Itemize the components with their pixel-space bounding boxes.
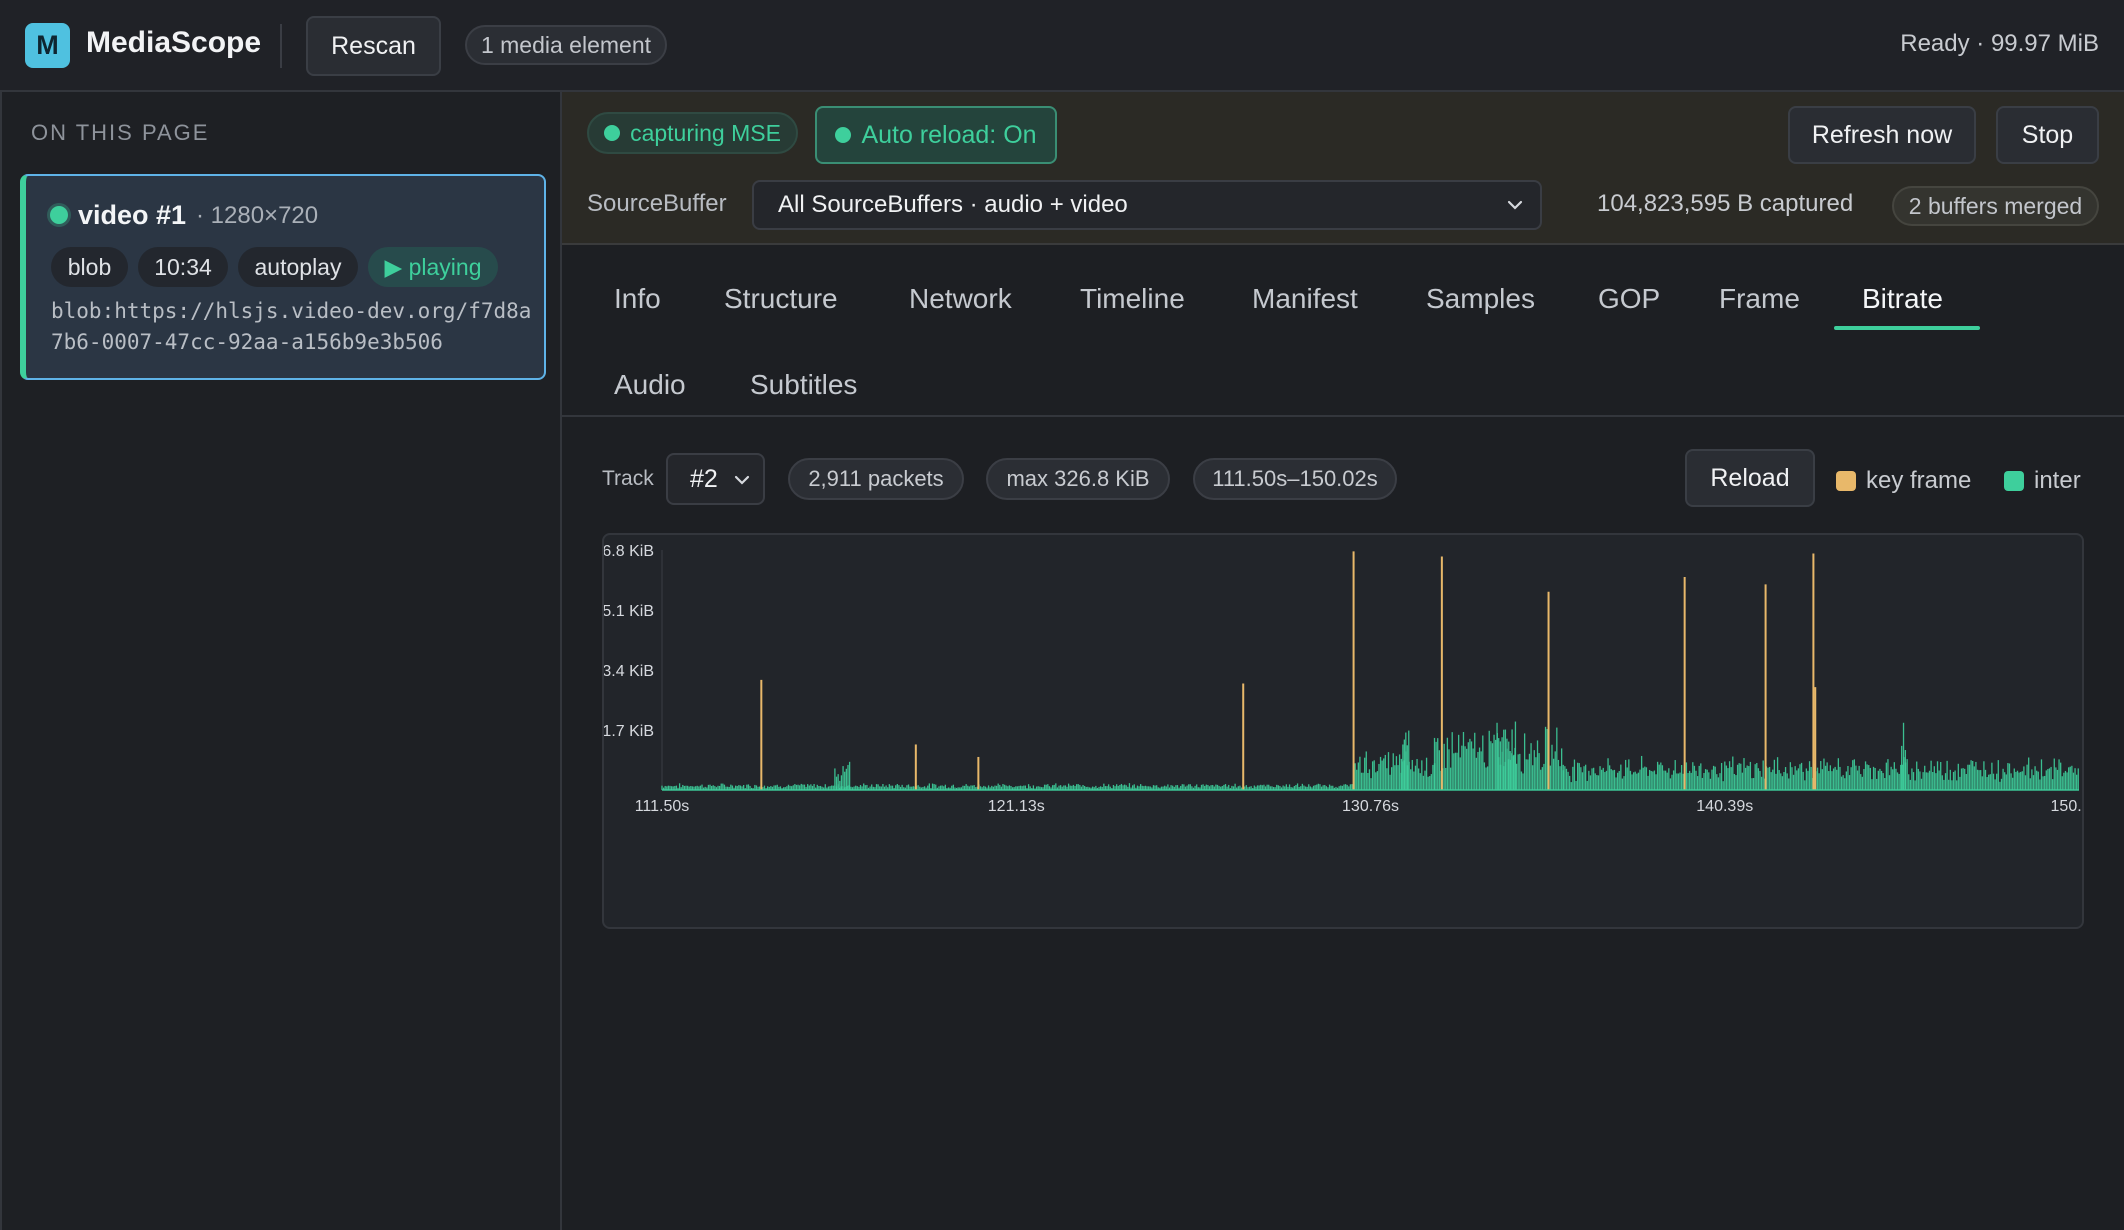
tab-subtitles[interactable]: Subtitles [750,369,857,401]
bitrate-chart: 326.8 KiB 245.1 KiB 163.4 KiB 81.7 KiB 111.5… [602,533,2084,929]
app-logo: M [25,23,70,68]
packets-badge: 2,911 packets [788,458,964,500]
tab-bar: Info Structure Network Timeline Manifest… [562,247,2124,417]
tab-network[interactable]: Network [909,283,1012,315]
media-resolution: · 1280×720 [196,202,319,229]
auto-reload-dot-icon [835,127,852,143]
capture-bar: capturing MSE Auto reload: On Refresh no… [562,92,2124,245]
legend-key-frame-label: key frame [1866,467,1972,494]
auto-reload-label: Auto reload: On [861,120,1037,149]
app-title: MediaScope [86,26,262,59]
status-dot-icon [50,206,68,224]
track-select[interactable]: #2 [666,453,765,505]
main-panel: capturing MSE Auto reload: On Refresh no… [562,92,2124,1230]
bitrate-chart-svg: 326.8 KiB 245.1 KiB 163.4 KiB 81.7 KiB 111.5… [604,543,2082,815]
captured-bytes: 104,823,595 B captured [1597,190,1854,217]
legend-inter: inter [2004,467,2081,495]
track-value: #2 [690,464,718,493]
legend-key-frame: key frame [1836,467,1971,495]
sidebar: ON THIS PAGE video #1 · 1280×720 blob 10… [0,92,562,1230]
sidebar-heading: ON THIS PAGE [31,120,210,145]
buffers-merged-badge: 2 buffers merged [1892,186,2099,226]
status-text: Ready · 99.97 MiB [1900,30,2099,57]
x-tick-label: 150.02s [2051,798,2082,815]
tab-structure[interactable]: Structure [724,283,838,315]
capture-dot-icon [604,125,621,141]
time-range-badge: 111.50s–150.02s [1193,458,1397,500]
tag-type: blob [51,247,128,287]
capture-mode-label: capturing MSE [630,119,781,146]
auto-reload-toggle[interactable]: Auto reload: On [815,106,1057,164]
tab-frame[interactable]: Frame [1719,283,1800,315]
tag-duration: 10:34 [138,247,228,287]
chevron-down-icon [1507,200,1523,210]
y-tick-label: 326.8 KiB [604,543,654,560]
y-tick-label: 163.4 KiB [604,663,654,680]
x-tick-label: 140.39s [1696,798,1753,815]
tab-audio[interactable]: Audio [614,369,686,401]
tag-autoplay: autoplay [238,247,358,287]
capture-mode-badge: capturing MSE [587,112,798,154]
divider [280,24,282,68]
tag-playing-state: ▶ playing [368,247,498,287]
sourcebuffer-select[interactable]: All SourceBuffers · audio + video [752,180,1542,230]
tab-samples[interactable]: Samples [1426,283,1535,315]
media-url: blob:https://hlsjs.video-dev.org/f7d8a7b… [51,299,532,354]
tab-bitrate[interactable]: Bitrate [1862,283,1943,315]
track-label: Track [602,467,654,490]
x-tick-label: 111.50s [635,798,690,815]
x-tick-label: 130.76s [1342,798,1399,815]
chevron-down-icon [734,475,750,485]
key-frame-swatch [1836,471,1856,491]
max-size-badge: max 326.8 KiB [986,458,1170,500]
media-item-card[interactable]: video #1 · 1280×720 blob 10:34 autoplay … [20,174,546,380]
tab-timeline[interactable]: Timeline [1080,283,1185,315]
inter-swatch [2004,471,2024,491]
x-tick-label: 121.13s [988,798,1045,815]
refresh-now-button[interactable]: Refresh now [1788,106,1976,164]
top-bar: M MediaScope Rescan 1 media element Read… [0,0,2124,92]
stop-button[interactable]: Stop [1996,106,2099,164]
rescan-button[interactable]: Rescan [306,16,441,76]
legend-inter-label: inter [2034,467,2081,494]
media-title: video #1 [78,200,187,230]
sourcebuffer-label: SourceBuffer [587,190,727,217]
y-tick-label: 81.7 KiB [604,723,654,740]
tab-manifest[interactable]: Manifest [1252,283,1358,315]
active-tab-indicator [1834,326,1980,330]
tab-info[interactable]: Info [614,283,661,315]
tab-gop[interactable]: GOP [1598,283,1660,315]
media-count-badge: 1 media element [465,25,667,65]
reload-button[interactable]: Reload [1685,449,1815,507]
y-tick-label: 245.1 KiB [604,603,654,620]
sourcebuffer-value: All SourceBuffers · audio + video [778,191,1128,218]
